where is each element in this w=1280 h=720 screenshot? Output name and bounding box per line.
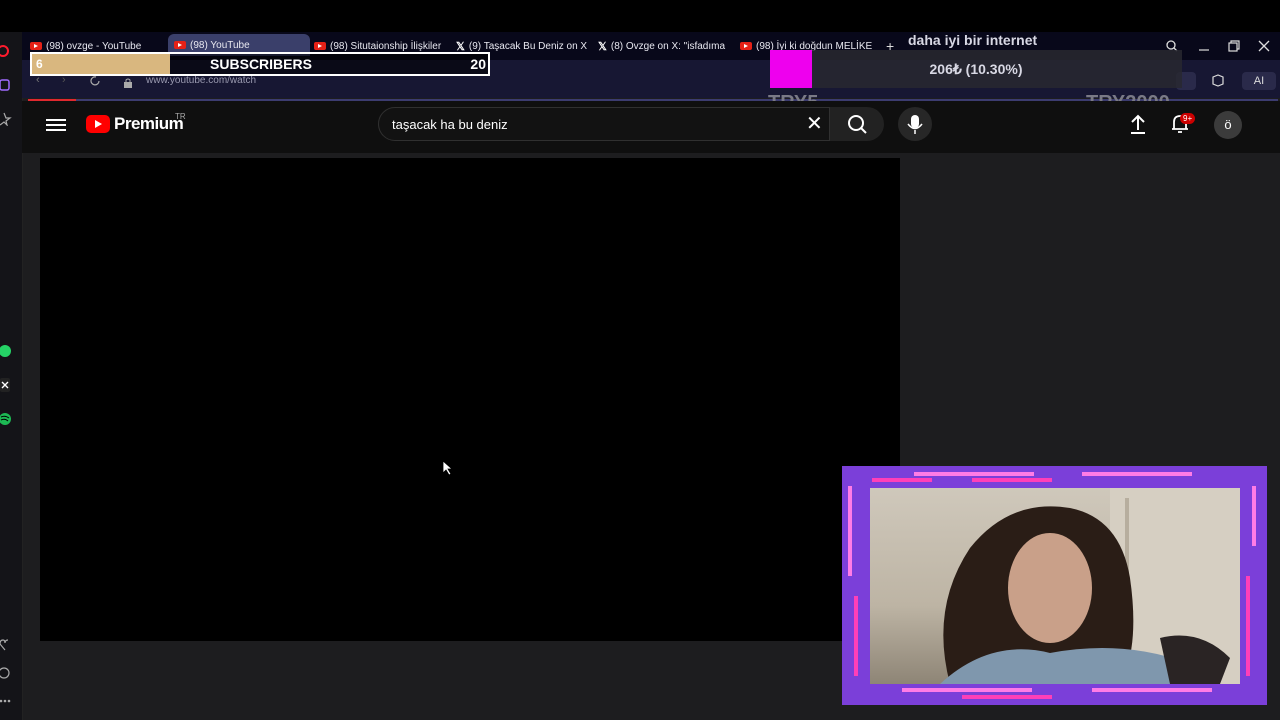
webcam-feed — [870, 488, 1240, 684]
opera-logo-icon[interactable] — [0, 44, 14, 58]
minimize-icon[interactable] — [1198, 39, 1210, 57]
opera-sidebar — [0, 32, 23, 720]
top-bar — [0, 0, 1280, 32]
history-icon[interactable] — [0, 666, 14, 680]
reload-icon[interactable] — [90, 74, 101, 92]
ai-label: AI — [1253, 75, 1265, 87]
tab-label: (98) ovzge - YouTube — [46, 40, 142, 52]
youtube-icon — [30, 42, 42, 50]
x-icon[interactable] — [0, 378, 14, 392]
youtube-logo-text: Premium — [114, 114, 184, 133]
star-icon[interactable] — [0, 112, 14, 127]
youtube-icon — [740, 42, 752, 50]
tab-label: (9) Taşacak Bu Deniz on X — [468, 40, 588, 52]
tab-label: (98) YouTube — [190, 39, 250, 51]
notification-count-badge: 9+ — [1180, 113, 1196, 124]
account-avatar[interactable]: ö — [1214, 111, 1242, 139]
lock-icon — [124, 75, 132, 93]
tab-label: (98) Situtaionship İlişkiler — [330, 40, 442, 52]
x-icon: 𝕏 — [456, 40, 465, 53]
home-icon[interactable] — [0, 78, 14, 92]
search-query[interactable]: taşacak ha bu deniz — [392, 117, 508, 132]
more-icon[interactable] — [0, 694, 14, 708]
youtube-icon — [314, 42, 326, 50]
close-window-icon[interactable] — [1258, 39, 1270, 57]
tab-label: (8) Ovzge on X: "isfadıma — [610, 40, 726, 52]
spotify-icon[interactable] — [0, 412, 14, 426]
subscriber-goal: 20 — [470, 56, 486, 72]
address-url[interactable]: www.youtube.com/watch — [146, 75, 256, 86]
youtube-icon — [174, 41, 186, 49]
youtube-logo[interactable]: Premium — [86, 114, 184, 134]
upload-icon[interactable] — [1124, 110, 1152, 138]
subscriber-label: SUBSCRIBERS — [210, 56, 312, 72]
tab-ovzge-x[interactable]: 𝕏 (8) Ovzge on X: "isfadıma — [598, 37, 728, 55]
country-code: TR — [175, 112, 186, 121]
search-icon — [848, 115, 867, 134]
heart-icon[interactable] — [0, 638, 14, 652]
clear-search-icon[interactable]: ✕ — [806, 114, 823, 134]
donation-goal-title: daha iyi bir internet — [908, 32, 1038, 48]
mouse-cursor-icon — [442, 460, 454, 481]
subscriber-current: 6 — [36, 57, 43, 71]
restore-icon[interactable] — [1228, 39, 1240, 57]
extensions-icon[interactable] — [1208, 72, 1228, 90]
voice-search-button[interactable] — [898, 107, 932, 141]
microphone-icon — [907, 115, 923, 134]
search-button[interactable] — [830, 107, 884, 141]
youtube-play-icon — [86, 115, 110, 133]
aria-ai-button[interactable]: AI — [1242, 72, 1276, 90]
video-player[interactable] — [40, 158, 900, 641]
subscriber-goal-fill — [32, 54, 170, 74]
x-icon: 𝕏 — [598, 40, 607, 53]
whatsapp-icon[interactable] — [0, 344, 14, 358]
hamburger-menu-icon[interactable] — [46, 116, 66, 132]
donation-amount: 206₺ (10.30%) — [929, 61, 1023, 77]
